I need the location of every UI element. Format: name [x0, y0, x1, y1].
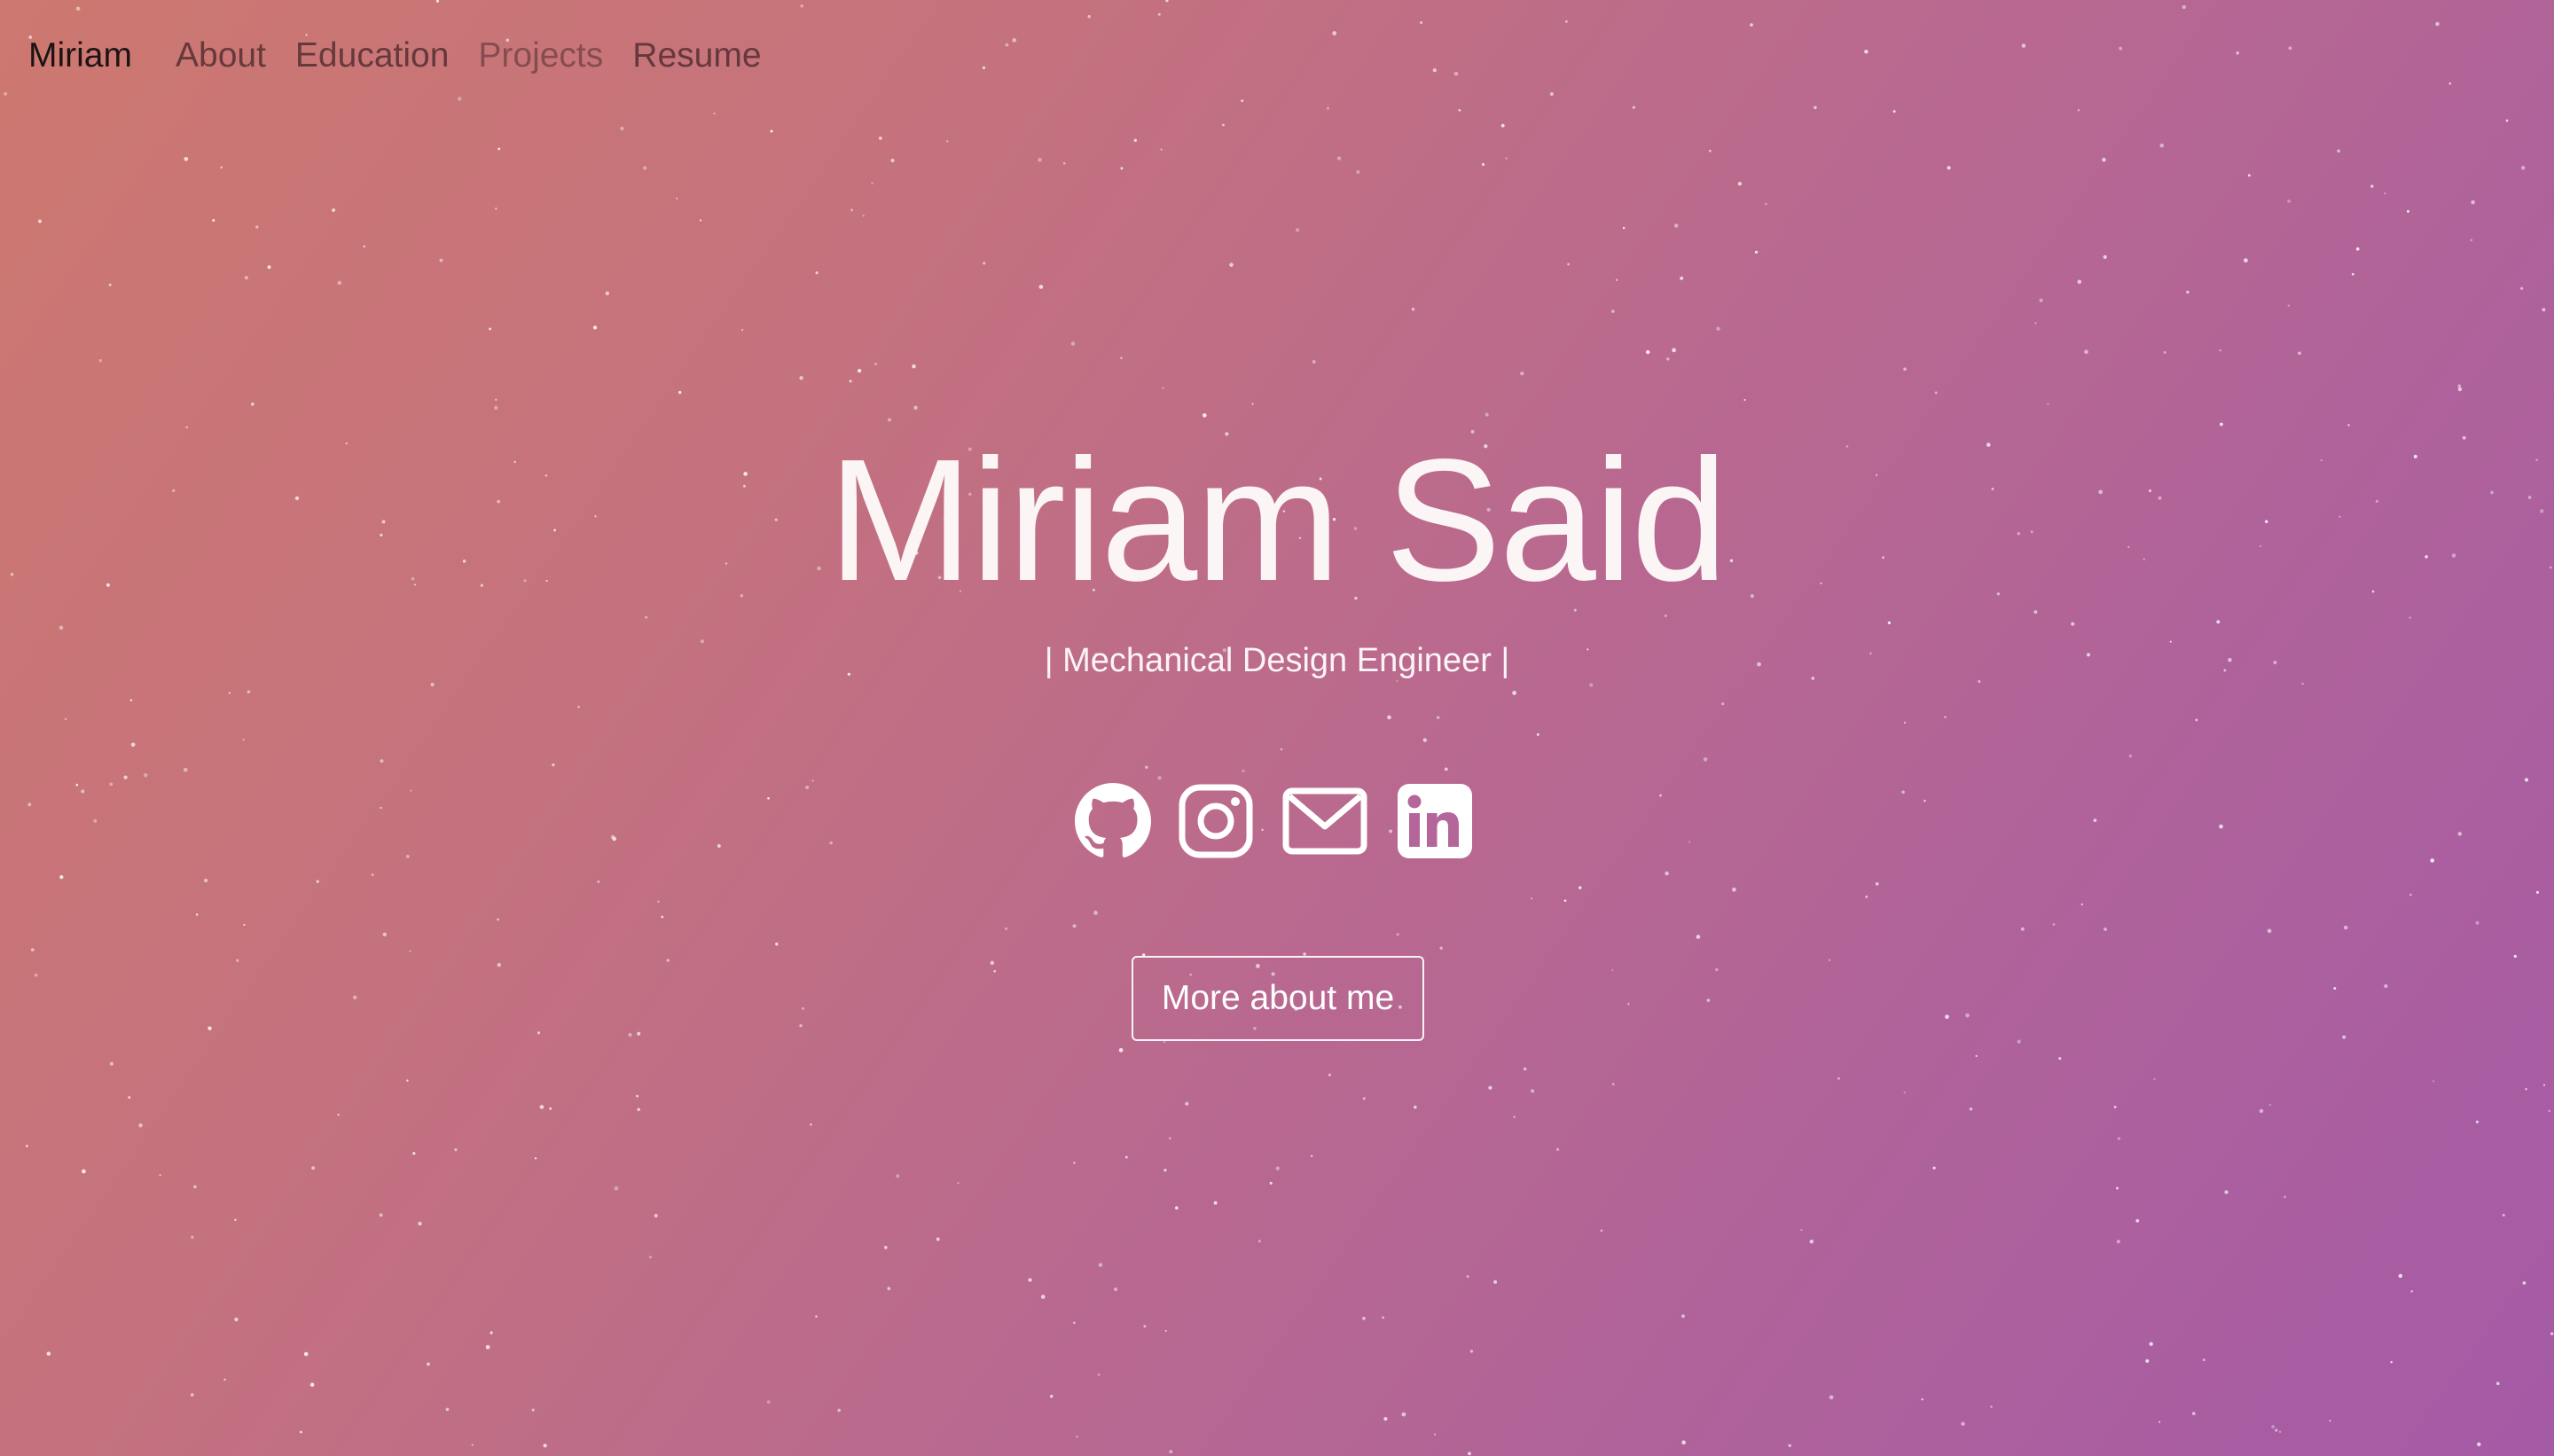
github-link[interactable]: [1075, 783, 1151, 859]
instagram-icon: [1179, 784, 1253, 858]
github-icon: [1075, 783, 1151, 857]
instagram-link[interactable]: [1178, 783, 1254, 859]
linkedin-link[interactable]: [1398, 784, 1472, 858]
mail-icon: [1282, 787, 1367, 855]
hero-title: Miriam Said: [827, 423, 1728, 617]
hero-section: Miriam Said | Mechanical Design Engineer…: [0, 0, 2554, 1456]
social-icons: [1075, 780, 1472, 862]
hero-subtitle: | Mechanical Design Engineer |: [1044, 642, 1510, 679]
more-about-me-button[interactable]: More about me: [1132, 956, 1424, 1041]
mail-link[interactable]: [1282, 786, 1367, 857]
linkedin-icon: [1398, 784, 1472, 858]
